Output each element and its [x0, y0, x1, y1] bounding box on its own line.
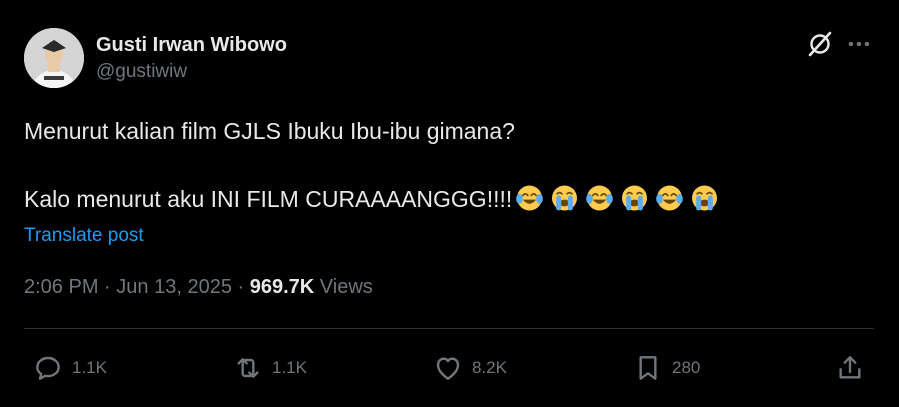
- repost-icon: [237, 358, 259, 378]
- translate-post-link[interactable]: Translate post: [24, 225, 144, 247]
- tweet-line-2: Kalo menurut aku INI FILM CURAAAANGGG!!!…: [24, 182, 874, 216]
- face-with-tears-of-joy-icon: [516, 185, 544, 211]
- avatar[interactable]: [24, 28, 84, 88]
- tweet-line-2-text: Kalo menurut aku INI FILM CURAAAANGGG!!!…: [24, 186, 513, 212]
- repost-count: 1.1K: [272, 358, 307, 377]
- like-button[interactable]: 8.2K: [432, 348, 507, 388]
- more-icon[interactable]: [846, 32, 872, 56]
- tweet-meta: 2:06 PM · Jun 13, 2025 · 969.7K Views: [24, 276, 373, 299]
- grok-icon[interactable]: [806, 30, 834, 58]
- avatar-image: [24, 28, 84, 88]
- face-with-tears-of-joy-icon: [586, 185, 614, 211]
- tweet-date[interactable]: Jun 13, 2025: [116, 276, 232, 298]
- tweet-line-1: Menurut kalian film GJLS Ibuku Ibu-ibu g…: [24, 118, 515, 144]
- divider: [24, 328, 874, 329]
- bookmark-count: 280: [672, 358, 701, 377]
- heart-icon: [436, 357, 460, 380]
- meta-separator: ·: [237, 276, 245, 298]
- face-with-tears-of-joy-icon: [656, 185, 684, 211]
- author-display-name[interactable]: Gusti Irwan Wibowo: [96, 32, 287, 58]
- tweet-time[interactable]: 2:06 PM: [24, 276, 98, 298]
- reply-icon: [36, 356, 60, 380]
- views-label[interactable]: Views: [320, 276, 373, 298]
- share-icon: [839, 356, 861, 379]
- author-block: Gusti Irwan Wibowo @gustiwiw: [96, 32, 287, 85]
- share-button[interactable]: [834, 348, 866, 388]
- meta-separator: ·: [104, 276, 111, 298]
- bookmark-button[interactable]: 280: [632, 348, 700, 388]
- loudly-crying-face-icon: [552, 185, 578, 211]
- like-count: 8.2K: [472, 358, 507, 377]
- emoji-row: [513, 183, 721, 213]
- loudly-crying-face-icon: [622, 185, 648, 211]
- tweet-text: Menurut kalian film GJLS Ibuku Ibu-ibu g…: [24, 114, 874, 216]
- loudly-crying-face-icon: [692, 185, 718, 211]
- repost-button[interactable]: 1.1K: [232, 348, 307, 388]
- bookmark-icon: [639, 356, 657, 380]
- reply-count: 1.1K: [72, 358, 107, 377]
- views-count[interactable]: 969.7K: [250, 276, 315, 298]
- author-handle[interactable]: @gustiwiw: [96, 59, 287, 85]
- action-bar: 1.1K 1.1K 8.2K 280: [0, 348, 899, 388]
- reply-button[interactable]: 1.1K: [32, 348, 107, 388]
